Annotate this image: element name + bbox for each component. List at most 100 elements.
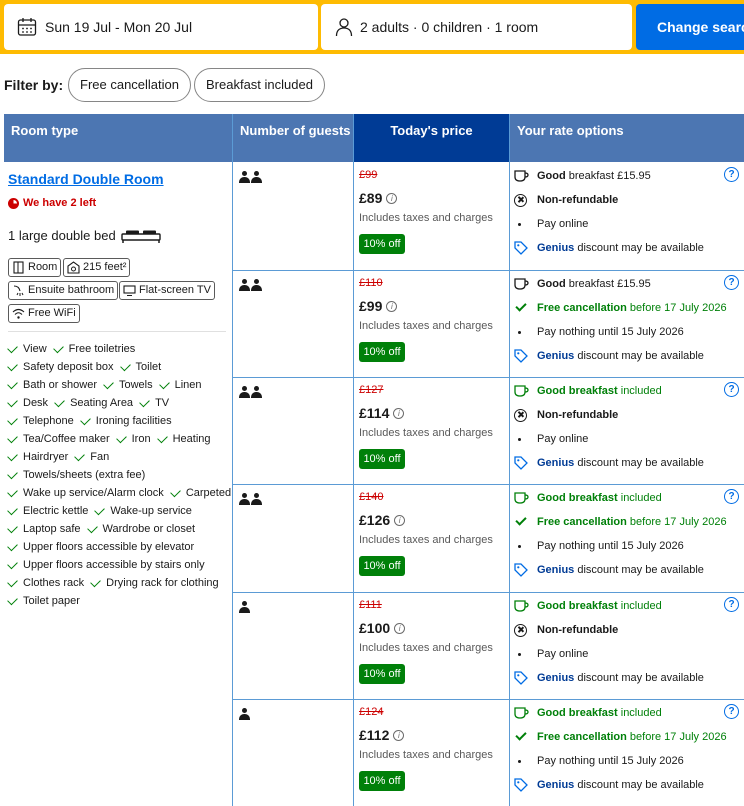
guest-count-icons <box>239 708 250 720</box>
tag-room-text: Room <box>28 261 58 273</box>
tag-wifi-text: Free WiFi <box>28 307 76 319</box>
facility-label: Desk <box>23 397 49 409</box>
divider <box>8 331 226 332</box>
facility-row: Towels/sheets (extra fee) <box>7 466 232 484</box>
check-icon <box>90 576 101 587</box>
facility-row: View Free toiletries <box>7 340 232 358</box>
check-icon <box>515 729 527 741</box>
facility-item: Wake up service/Alarm clock <box>7 486 164 499</box>
check-icon <box>515 300 527 312</box>
current-price: £100 i <box>359 620 406 636</box>
genius-option: Genius discount may be available <box>514 239 704 257</box>
rate-row: £99 £89 i Includes taxes and charges 10% off… <box>232 162 744 269</box>
genius-option: Genius discount may be available <box>514 669 704 687</box>
room-name-link[interactable]: Standard Double Room <box>8 171 164 187</box>
help-question-icon[interactable]: ? <box>724 704 739 719</box>
filter-chip-free-cancellation[interactable]: Free cancellation <box>68 68 191 102</box>
info-icon[interactable]: i <box>393 407 405 419</box>
cancellation-strong: Free cancellation <box>537 302 627 314</box>
bullet-icon <box>518 759 521 763</box>
facility-item: Clothes rack <box>7 576 84 589</box>
info-icon[interactable]: i <box>394 622 406 634</box>
info-icon[interactable]: i <box>386 192 398 204</box>
discount-badge: 10% off <box>359 234 405 254</box>
availability-warning: We have 2 left <box>8 197 96 209</box>
coffee-cup-icon <box>514 385 529 397</box>
genius-detail: discount may be available <box>574 564 704 576</box>
breakfast-detail: breakfast £15.95 <box>565 170 651 182</box>
facility-item: Fan <box>74 450 109 463</box>
tag-icon <box>514 778 528 792</box>
info-icon[interactable]: i <box>394 514 406 526</box>
discount-badge: 10% off <box>359 771 405 791</box>
help-question-icon[interactable]: ? <box>724 382 739 397</box>
facility-item: TV <box>139 396 169 409</box>
breakfast-strong: Good breakfast <box>537 600 618 612</box>
breakfast-detail: breakfast £15.95 <box>565 278 651 290</box>
person-icon <box>239 493 250 505</box>
facility-label: Upper floors accessible by stairs only <box>23 559 205 571</box>
info-icon[interactable]: i <box>393 729 405 741</box>
facility-label: Free toiletries <box>68 343 136 355</box>
change-search-button[interactable]: Change search <box>636 4 744 50</box>
facility-row: Wake up service/Alarm clock Carpeted <box>7 484 232 502</box>
guest-count-icons <box>239 386 262 398</box>
cancellation-option: Non-refundable <box>514 191 618 209</box>
breakfast-detail: included <box>617 492 662 504</box>
coffee-cup-icon <box>514 707 529 719</box>
taxes-note: Includes taxes and charges <box>359 320 493 332</box>
check-icon <box>7 378 18 389</box>
non-refundable-icon <box>514 408 527 422</box>
check-icon <box>86 522 98 533</box>
help-question-icon[interactable]: ? <box>724 167 739 182</box>
check-icon <box>7 432 18 443</box>
check-icon <box>74 450 86 461</box>
facility-row: Hairdryer Fan <box>7 448 232 466</box>
bed-text: 1 large double bed <box>8 228 116 243</box>
help-question-icon[interactable]: ? <box>724 275 739 290</box>
facility-item: Ironing facilities <box>79 414 172 427</box>
facility-label: Ironing facilities <box>95 415 172 427</box>
price-value: £114 <box>359 405 390 421</box>
breakfast-detail: included <box>617 385 662 397</box>
check-icon <box>7 396 18 407</box>
price-value: £99 <box>359 298 383 314</box>
check-icon <box>7 540 18 551</box>
date-range-text: Sun 19 Jul - Mon 20 Jul <box>45 19 193 35</box>
coffee-cup-icon <box>514 170 529 182</box>
price-value: £126 <box>359 512 391 528</box>
check-icon <box>115 432 127 443</box>
facility-label: Wake-up service <box>110 505 192 517</box>
check-icon <box>7 360 18 371</box>
facility-label: Toilet <box>135 361 162 373</box>
check-icon <box>170 486 181 497</box>
shower-icon <box>13 285 24 296</box>
facility-item: Linen <box>158 378 202 391</box>
guests-picker[interactable]: 2 adults · 0 children · 1 room <box>321 4 632 50</box>
payment-text: Pay nothing until 15 July 2026 <box>537 540 684 552</box>
facility-item: Heating <box>156 432 211 445</box>
facility-item: Safety deposit box <box>7 360 114 373</box>
check-icon <box>119 360 131 371</box>
facility-row: Upper floors accessible by elevator <box>7 538 232 556</box>
non-refundable-icon <box>514 623 527 637</box>
facility-label: View <box>23 343 47 355</box>
breakfast-detail: included <box>617 707 662 719</box>
facility-row: Toilet paper <box>7 592 232 610</box>
original-price: £124 <box>359 706 384 718</box>
discount-badge: 10% off <box>359 342 405 362</box>
help-question-icon[interactable]: ? <box>724 597 739 612</box>
facility-label: Carpeted <box>185 487 232 499</box>
calendar-icon <box>17 18 37 36</box>
facility-label: Wake up service/Alarm clock <box>23 487 164 499</box>
breakfast-strong: Good breakfast <box>537 385 618 397</box>
facility-item: Laptop safe <box>7 522 81 535</box>
help-question-icon[interactable]: ? <box>724 489 739 504</box>
date-picker[interactable]: Sun 19 Jul - Mon 20 Jul <box>4 4 318 50</box>
rate-row: £111 £100 i Includes taxes and charges 10% o… <box>232 592 744 699</box>
facility-item: Tea/Coffee maker <box>7 432 110 445</box>
info-icon[interactable]: i <box>386 300 398 312</box>
check-icon <box>7 414 18 425</box>
breakfast-option: Good breakfast included <box>514 597 662 615</box>
filter-chip-breakfast-included[interactable]: Breakfast included <box>194 68 325 102</box>
